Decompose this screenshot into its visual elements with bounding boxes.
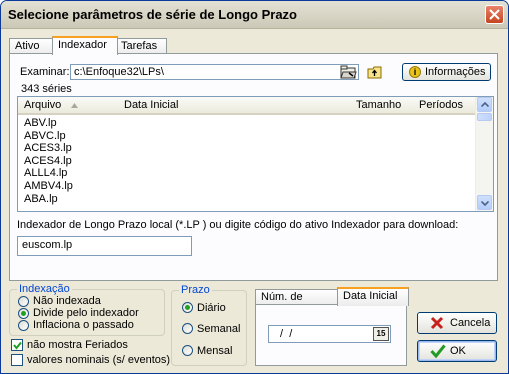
scroll-thumb[interactable] (477, 113, 492, 121)
title-bar: Selecione parâmetros de série de Longo P… (1, 1, 508, 29)
info-button-label: Informações (425, 66, 486, 78)
tab-num-barras[interactable]: Núm. de barras (255, 289, 338, 318)
path-field[interactable]: c:\Enfoque32\LPs\ (70, 64, 359, 80)
ok-label: OK (450, 345, 466, 357)
date-field[interactable]: / / 15 (268, 325, 391, 343)
radio-label: Divide pelo indexador (33, 307, 139, 319)
sort-asc-icon (71, 103, 78, 108)
close-icon (489, 9, 500, 20)
column-tamanho[interactable]: Tamanho (356, 99, 401, 111)
checkbox-valores-nominais[interactable] (11, 354, 23, 366)
close-button[interactable] (485, 5, 504, 24)
radio-label: Não indexada (33, 295, 101, 307)
window-title: Selecione parâmetros de série de Longo P… (8, 7, 297, 22)
chevron-up-icon (481, 102, 489, 107)
scroll-down-button[interactable] (477, 195, 492, 210)
radio-mensal[interactable] (182, 345, 193, 356)
calendar-icon: 15 (376, 329, 386, 338)
list-header: Arquivo Data Inicial Tamanho Períodos (18, 97, 475, 115)
list-item[interactable]: ACES4.lp (24, 155, 73, 168)
indexacao-legend: Indexação (17, 283, 72, 295)
list-item[interactable]: ABVC.lp (24, 130, 73, 143)
tab-label: Data Inicial (343, 290, 398, 302)
radio-label: Mensal (197, 345, 233, 357)
checkmark-icon (13, 341, 22, 350)
radio-diario[interactable] (182, 302, 193, 313)
up-folder-button[interactable] (366, 64, 384, 81)
examinar-label: Examinar: (20, 66, 70, 78)
tab-label: Ativo (15, 40, 40, 52)
column-data-inicial[interactable]: Data Inicial (124, 99, 178, 111)
list-item[interactable]: ABA.lp (24, 193, 73, 206)
info-button[interactable]: i Informações (402, 63, 491, 81)
checkbox-nao-mostra-feriados[interactable] (11, 339, 23, 351)
date-value: / / (277, 328, 293, 340)
folder-up-icon (367, 66, 382, 79)
list-item[interactable]: ALLL4.lp (24, 167, 73, 180)
radio-inflaciona-passado[interactable] (18, 320, 29, 331)
tab-data-inicial[interactable]: Data Inicial (337, 287, 409, 306)
ok-button[interactable]: OK (417, 340, 497, 362)
cancel-button[interactable]: Cancela (417, 312, 497, 334)
tab-label: Tarefas (121, 40, 158, 52)
tab-ativo[interactable]: Ativo (9, 38, 57, 54)
indexer-label: Indexador de Longo Prazo local (*.LP ) o… (17, 219, 459, 231)
checkmark-icon (430, 344, 446, 358)
tab-tarefas[interactable]: Tarefas (115, 38, 167, 54)
info-icon: i (409, 66, 421, 78)
column-arquivo[interactable]: Arquivo (24, 99, 61, 111)
checkbox-label: valores nominais (s/ eventos) (27, 354, 171, 366)
column-periodos[interactable]: Períodos (419, 99, 463, 111)
radio-label: Diário (197, 302, 226, 314)
calendar-button[interactable]: 15 (373, 327, 389, 341)
radio-divide-indexador[interactable] (18, 308, 29, 319)
series-count: 343 séries (21, 83, 72, 95)
tab-label: Indexador (58, 39, 107, 51)
list-item[interactable]: ACES3.lp (24, 142, 73, 155)
list-scrollbar[interactable] (475, 97, 493, 211)
tab-indexador[interactable]: Indexador (52, 36, 118, 55)
open-folder-button[interactable] (340, 64, 358, 81)
file-list[interactable]: Arquivo Data Inicial Tamanho Períodos AB… (17, 96, 494, 212)
folder-open-icon (340, 65, 357, 79)
list-item[interactable]: ABV.lp (24, 117, 73, 130)
list-rows: ABV.lp ABVC.lp ACES3.lp ACES4.lp ALLL4.l… (24, 117, 73, 205)
indexer-field[interactable]: euscom.lp (17, 236, 192, 256)
scroll-up-button[interactable] (477, 97, 492, 112)
radio-semanal[interactable] (182, 323, 193, 334)
radio-label: Semanal (197, 323, 241, 335)
chevron-down-icon (481, 201, 489, 206)
radio-nao-indexada[interactable] (18, 296, 29, 307)
cancel-label: Cancela (450, 317, 491, 329)
prazo-legend: Prazo (179, 284, 212, 296)
checkbox-label: não mostra Feriados (27, 339, 128, 351)
radio-label: Inflaciona o passado (33, 319, 134, 331)
list-item[interactable]: AMBV4.lp (24, 180, 73, 193)
cancel-x-icon (430, 316, 444, 330)
